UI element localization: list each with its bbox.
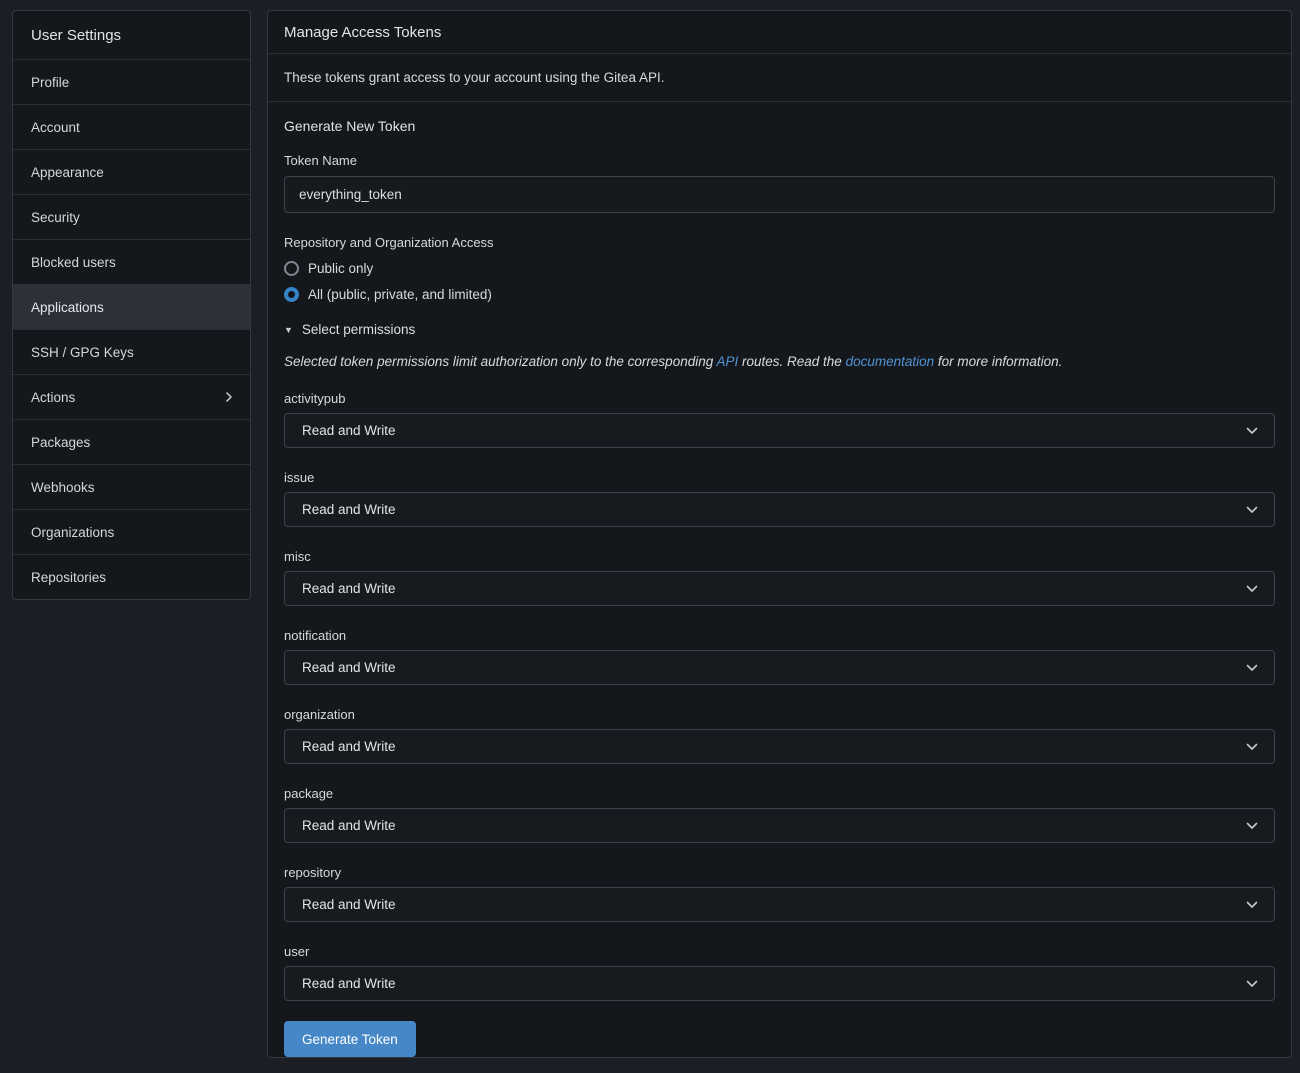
sidebar-item-ssh-gpg-keys[interactable]: SSH / GPG Keys [13, 329, 250, 374]
sidebar-item-repositories[interactable]: Repositories [13, 554, 250, 599]
selected-option: Read and Write [302, 581, 396, 596]
sidebar-item-label: Organizations [31, 525, 114, 540]
chevron-down-icon [1246, 506, 1258, 514]
chevron-down-icon [1246, 822, 1258, 830]
scope-group-repository: repository Read and Write [284, 865, 1275, 922]
documentation-link[interactable]: documentation [846, 354, 935, 369]
manage-access-tokens-panel: Manage Access Tokens These tokens grant … [267, 10, 1292, 1058]
scope-label: notification [284, 628, 1275, 643]
radio-selected-icon [284, 287, 299, 302]
page-title: Manage Access Tokens [268, 11, 1291, 54]
chevron-right-icon [224, 392, 234, 402]
radio-icon [284, 261, 299, 276]
panel-description: These tokens grant access to your accoun… [268, 54, 1291, 102]
sidebar-item-security[interactable]: Security [13, 194, 250, 239]
select-permissions-toggle[interactable]: ▼ Select permissions [284, 322, 1275, 337]
selected-option: Read and Write [302, 818, 396, 833]
scope-group-notification: notification Read and Write [284, 628, 1275, 685]
note-text: routes. Read the [738, 354, 845, 369]
caret-down-icon: ▼ [284, 325, 293, 335]
sidebar-item-account[interactable]: Account [13, 104, 250, 149]
sidebar-item-label: SSH / GPG Keys [31, 345, 134, 360]
scope-group-organization: organization Read and Write [284, 707, 1275, 764]
scope-select-repository[interactable]: Read and Write [284, 887, 1275, 922]
note-text: Selected token permissions limit authori… [284, 354, 716, 369]
sidebar-item-label: Actions [31, 390, 75, 405]
sidebar-item-applications[interactable]: Applications [13, 284, 250, 329]
sidebar-item-label: Appearance [31, 165, 104, 180]
scope-label: repository [284, 865, 1275, 880]
permissions-note: Selected token permissions limit authori… [284, 354, 1275, 369]
scope-select-issue[interactable]: Read and Write [284, 492, 1275, 527]
note-text: for more information. [934, 354, 1062, 369]
sidebar-item-label: Webhooks [31, 480, 95, 495]
sidebar-item-actions[interactable]: Actions [13, 374, 250, 419]
selected-option: Read and Write [302, 502, 396, 517]
generate-token-button[interactable]: Generate Token [284, 1021, 416, 1057]
select-permissions-label: Select permissions [302, 322, 415, 337]
scope-label: activitypub [284, 391, 1275, 406]
scope-select-activitypub[interactable]: Read and Write [284, 413, 1275, 448]
radio-label: Public only [308, 261, 373, 276]
chevron-down-icon [1246, 585, 1258, 593]
scope-group-activitypub: activitypub Read and Write [284, 391, 1275, 448]
radio-label: All (public, private, and limited) [308, 287, 492, 302]
sidebar-item-label: Account [31, 120, 80, 135]
scope-group-issue: issue Read and Write [284, 470, 1275, 527]
token-name-input[interactable] [284, 176, 1275, 213]
selected-option: Read and Write [302, 739, 396, 754]
radio-public-only[interactable]: Public only [284, 261, 1275, 276]
selected-option: Read and Write [302, 660, 396, 675]
access-scope-label: Repository and Organization Access [284, 235, 1275, 250]
section-title: Generate New Token [284, 118, 1275, 134]
sidebar-item-label: Profile [31, 75, 69, 90]
sidebar-item-blocked-users[interactable]: Blocked users [13, 239, 250, 284]
scope-select-user[interactable]: Read and Write [284, 966, 1275, 1001]
scope-select-misc[interactable]: Read and Write [284, 571, 1275, 606]
selected-option: Read and Write [302, 897, 396, 912]
scope-label: user [284, 944, 1275, 959]
scope-group-user: user Read and Write [284, 944, 1275, 1001]
sidebar-item-label: Applications [31, 300, 104, 315]
chevron-down-icon [1246, 427, 1258, 435]
sidebar-item-appearance[interactable]: Appearance [13, 149, 250, 194]
scope-label: package [284, 786, 1275, 801]
scope-label: misc [284, 549, 1275, 564]
scope-group-misc: misc Read and Write [284, 549, 1275, 606]
sidebar-item-profile[interactable]: Profile [13, 59, 250, 104]
sidebar-item-webhooks[interactable]: Webhooks [13, 464, 250, 509]
sidebar-item-organizations[interactable]: Organizations [13, 509, 250, 554]
sidebar-item-label: Security [31, 210, 80, 225]
sidebar-item-label: Packages [31, 435, 90, 450]
chevron-down-icon [1246, 664, 1258, 672]
settings-sidebar: User Settings Profile Account Appearance… [12, 10, 251, 600]
chevron-down-icon [1246, 980, 1258, 988]
sidebar-title: User Settings [13, 11, 250, 59]
scope-select-notification[interactable]: Read and Write [284, 650, 1275, 685]
sidebar-item-packages[interactable]: Packages [13, 419, 250, 464]
api-link[interactable]: API [716, 354, 738, 369]
generate-token-form: Generate New Token Token Name Repository… [268, 102, 1291, 1073]
sidebar-item-label: Blocked users [31, 255, 116, 270]
scope-group-package: package Read and Write [284, 786, 1275, 843]
chevron-down-icon [1246, 743, 1258, 751]
chevron-down-icon [1246, 901, 1258, 909]
token-name-label: Token Name [284, 153, 1275, 168]
scope-label: organization [284, 707, 1275, 722]
selected-option: Read and Write [302, 423, 396, 438]
sidebar-item-label: Repositories [31, 570, 106, 585]
scope-select-package[interactable]: Read and Write [284, 808, 1275, 843]
scope-select-organization[interactable]: Read and Write [284, 729, 1275, 764]
radio-all-access[interactable]: All (public, private, and limited) [284, 287, 1275, 302]
selected-option: Read and Write [302, 976, 396, 991]
scope-label: issue [284, 470, 1275, 485]
